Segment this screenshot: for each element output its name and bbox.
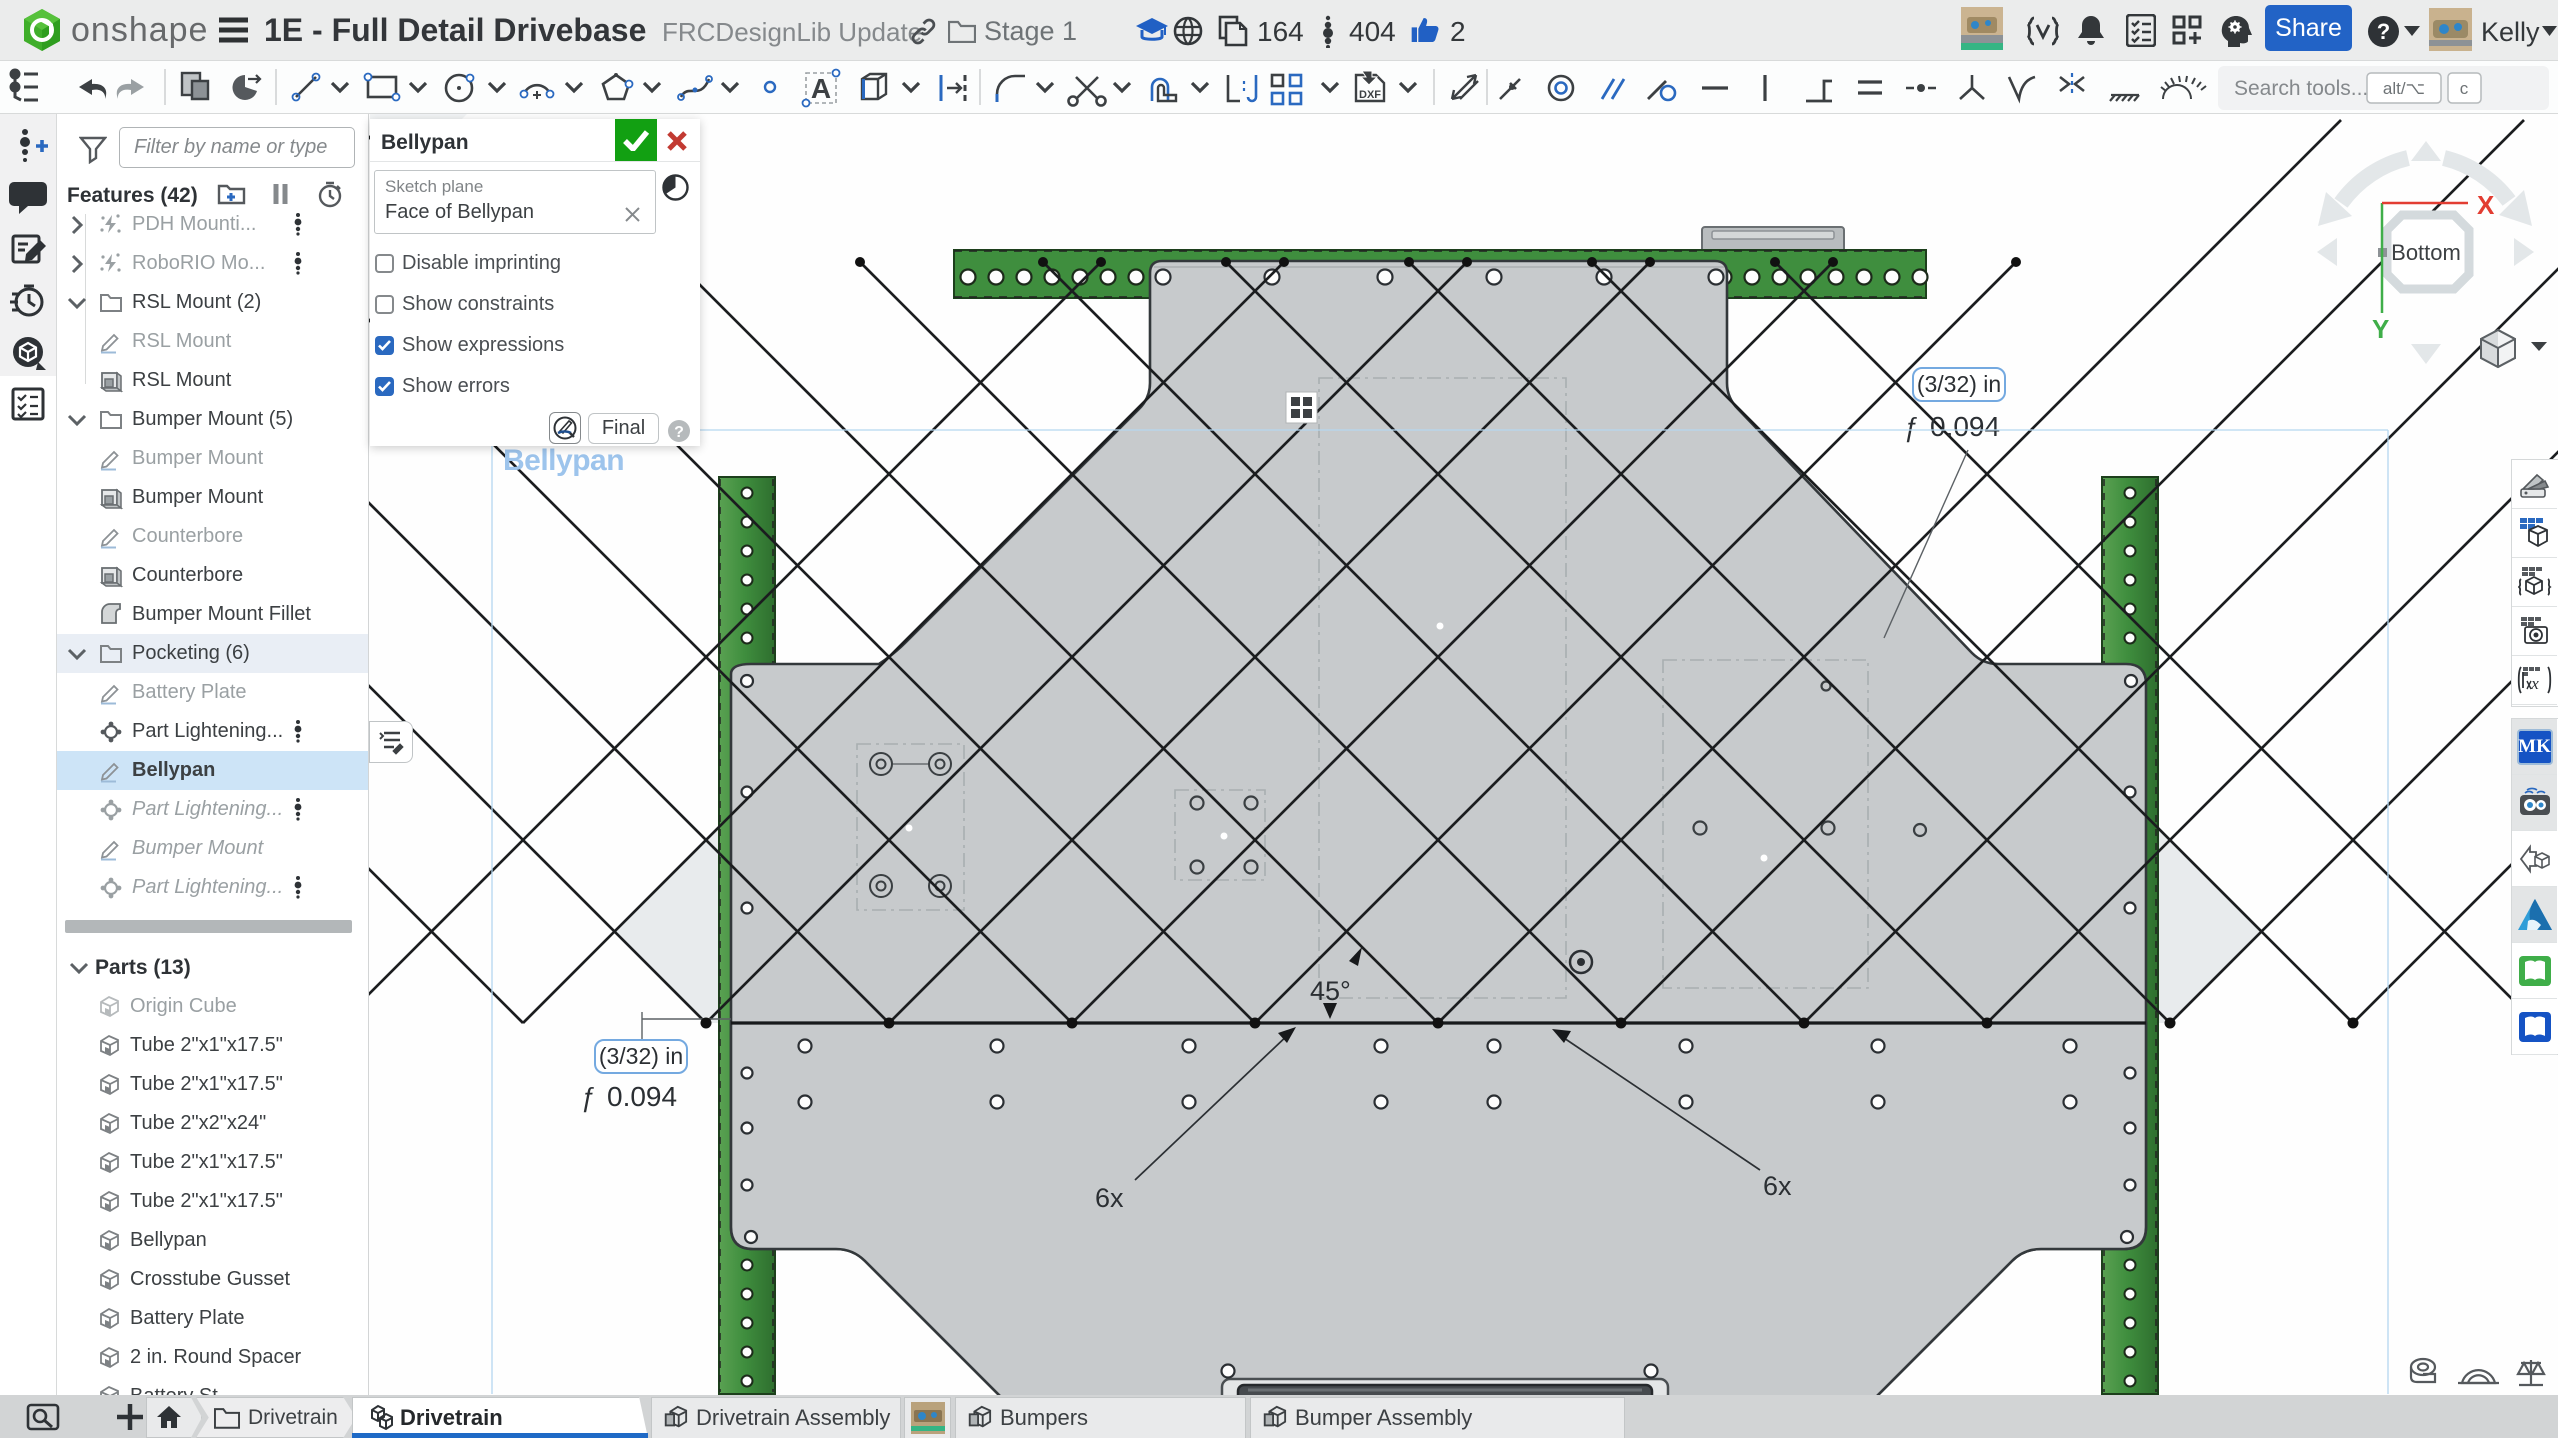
svg-text:0.094: 0.094 <box>607 1081 677 1112</box>
svg-text:alt/⌥: alt/⌥ <box>2383 79 2425 98</box>
svg-text:45°: 45° <box>1310 976 1351 1006</box>
svg-text:?: ? <box>2377 19 2390 44</box>
svg-text:A: A <box>811 73 831 104</box>
svg-text:X: X <box>2477 190 2495 220</box>
svg-text:Y: Y <box>2372 314 2389 344</box>
svg-text:x: x <box>2530 674 2539 693</box>
svg-text:0.094: 0.094 <box>1930 411 2000 442</box>
svg-text:6x: 6x <box>1763 1171 1792 1201</box>
svg-text:Bellypan: Bellypan <box>503 444 624 477</box>
svg-text:Search tools...: Search tools... <box>2234 77 2368 100</box>
svg-text:(3/32) in: (3/32) in <box>599 1043 683 1069</box>
svg-text:ƒ: ƒ <box>1903 412 1918 442</box>
svg-text:c: c <box>2460 79 2469 98</box>
svg-text:6x: 6x <box>1095 1183 1124 1213</box>
svg-text:?: ? <box>674 424 684 441</box>
svg-text:Bottom: Bottom <box>2391 240 2461 265</box>
svg-text:DXF: DXF <box>1359 89 1381 101</box>
svg-text:ƒ: ƒ <box>580 1082 595 1112</box>
svg-text:(3/32) in: (3/32) in <box>1917 371 2001 397</box>
